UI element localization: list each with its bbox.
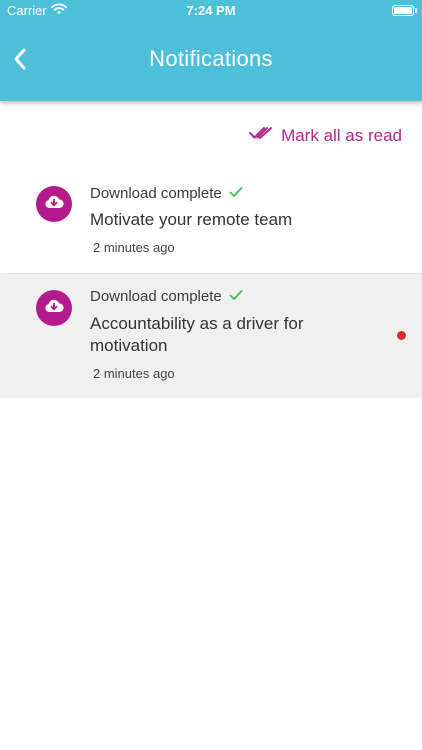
check-icon: [229, 185, 243, 202]
mark-all-read-label: Mark all as read: [281, 125, 402, 145]
notification-status-text: Download complete: [90, 288, 222, 305]
page-title: Notifications: [149, 46, 273, 71]
notification-list: Download complete Motivate your remote t…: [0, 170, 422, 398]
notification-title: Accountability as a driver for motivatio…: [90, 314, 304, 355]
notification-status: Download complete: [90, 185, 243, 202]
notification-time: 2 minutes ago: [93, 366, 175, 381]
cloud-download-icon: [44, 194, 64, 215]
notification-status-text: Download complete: [90, 185, 222, 202]
status-bar: Carrier 7:24 PM: [0, 0, 422, 22]
notification-item[interactable]: Download complete Motivate your remote t…: [0, 170, 422, 273]
notification-time: 2 minutes ago: [93, 240, 175, 255]
mark-all-read-button[interactable]: Mark all as read: [249, 125, 402, 146]
unread-indicator: [397, 331, 406, 340]
notification-status: Download complete: [90, 288, 243, 305]
check-icon: [229, 288, 243, 305]
app-bar: Carrier 7:24 PM Notifications: [0, 0, 422, 101]
cloud-download-icon: [44, 298, 64, 319]
notification-item[interactable]: Download complete Accountability as a dr…: [0, 273, 422, 398]
notification-title: Motivate your remote team: [90, 210, 293, 229]
status-time: 7:24 PM: [186, 3, 236, 18]
notification-avatar: [36, 186, 72, 222]
list-divider: [8, 273, 422, 274]
battery-icon: [392, 5, 414, 16]
notification-avatar: [36, 290, 72, 326]
double-check-icon: [249, 125, 273, 146]
battery-cap: [415, 8, 417, 13]
